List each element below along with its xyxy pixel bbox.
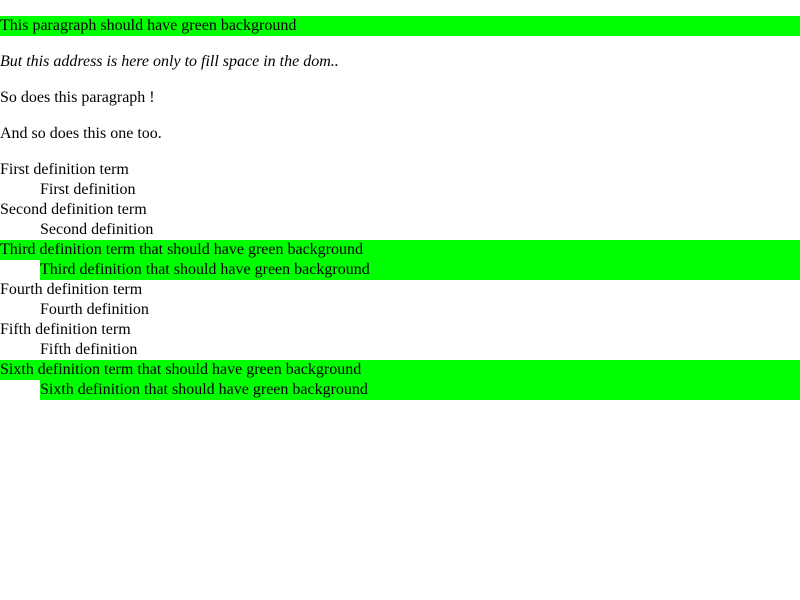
filler-address: But this address is here only to fill sp… bbox=[0, 53, 339, 70]
highlighted-paragraph: This paragraph should have green backgro… bbox=[0, 16, 800, 36]
definition-term-2: Second definition term bbox=[0, 201, 147, 218]
definition-term-3-highlighted: Third definition term that should have g… bbox=[0, 240, 800, 260]
definition-term-6-highlighted: Sixth definition term that should have g… bbox=[0, 360, 800, 380]
definition-term-5: Fifth definition term bbox=[0, 321, 131, 338]
definition-description-1: First definition bbox=[40, 181, 136, 198]
definition-description-5: Fifth definition bbox=[40, 341, 138, 358]
definition-description-3-highlighted: Third definition that should have green … bbox=[40, 260, 800, 280]
definition-term-1: First definition term bbox=[0, 161, 129, 178]
definition-description-2: Second definition bbox=[40, 221, 154, 238]
definition-description-4: Fourth definition bbox=[40, 301, 149, 318]
definition-term-4: Fourth definition term bbox=[0, 281, 143, 298]
filler-paragraph-1: So does this paragraph ! bbox=[0, 89, 155, 106]
filler-paragraph-2: And so does this one too. bbox=[0, 125, 162, 142]
definition-description-6-highlighted: Sixth definition that should have green … bbox=[40, 380, 800, 400]
